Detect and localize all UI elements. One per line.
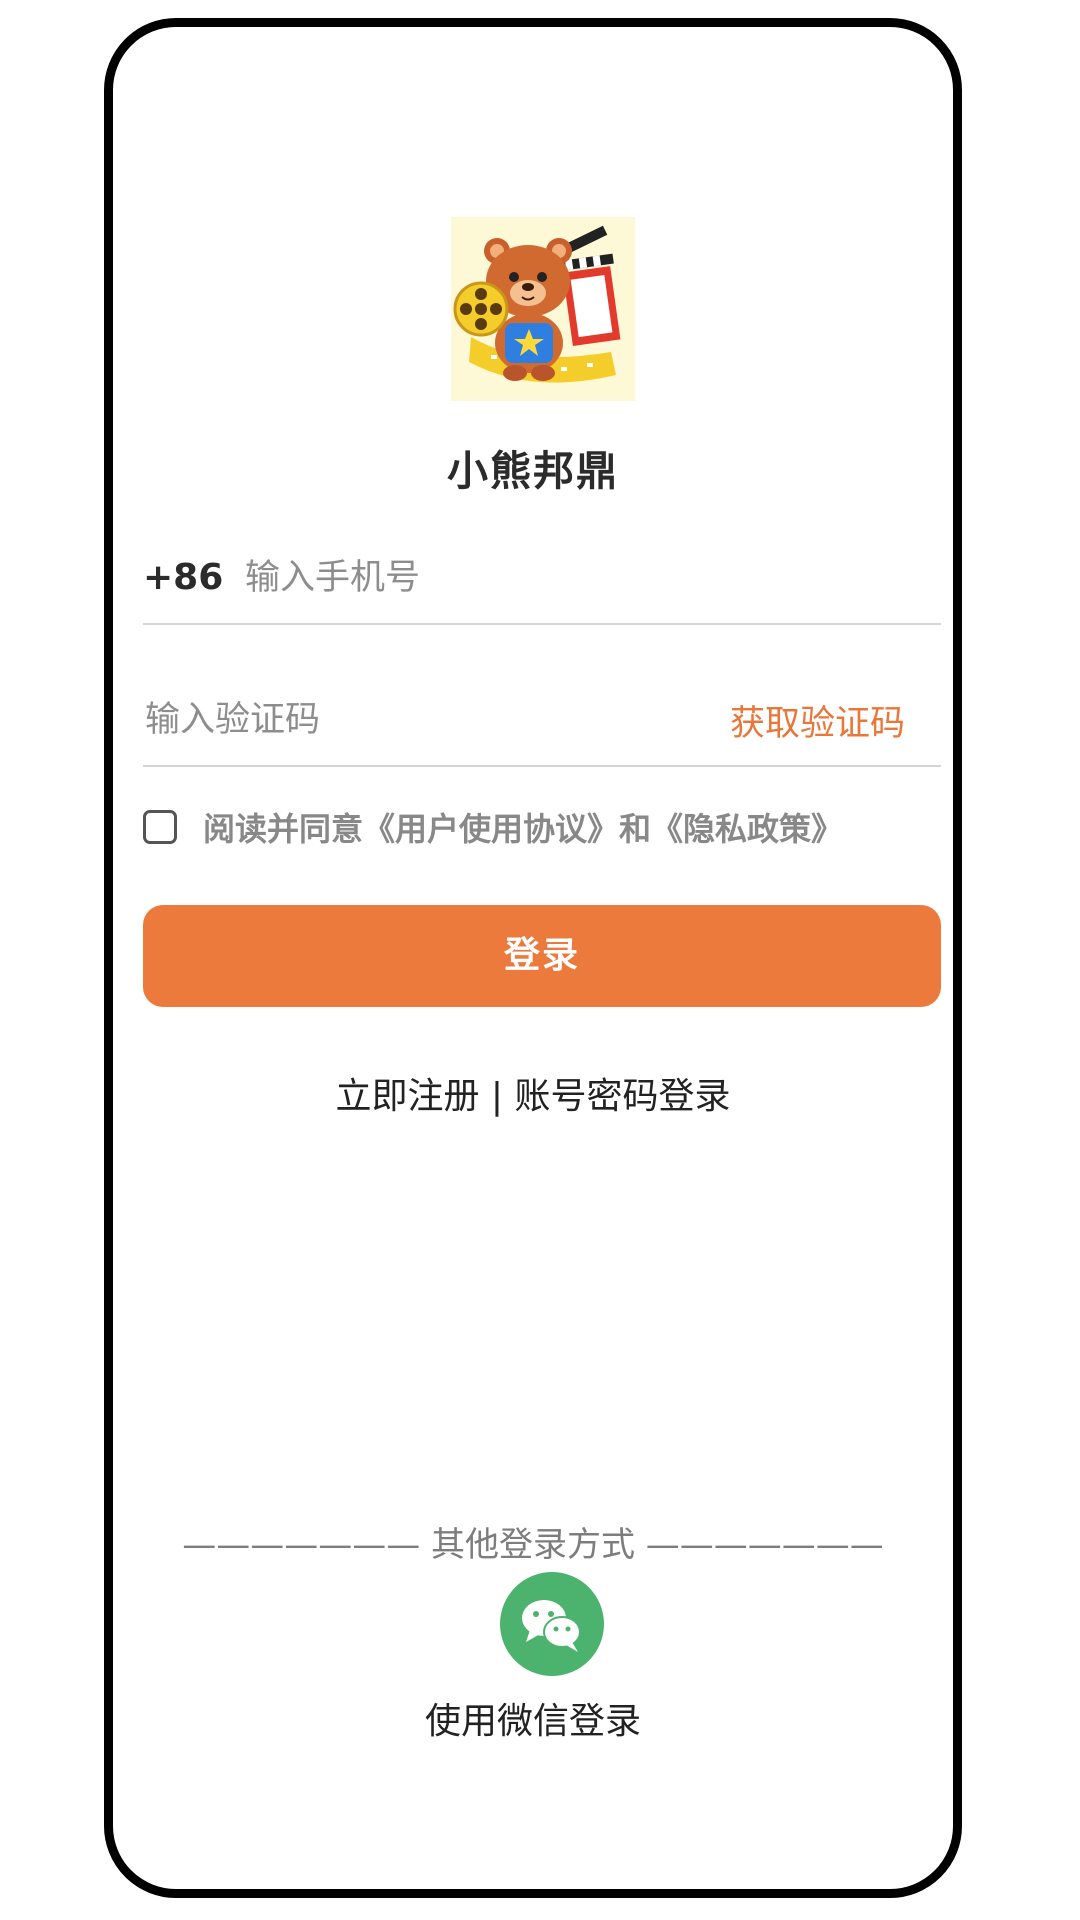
wechat-login-button[interactable]: [500, 1572, 604, 1676]
phone-input[interactable]: [243, 547, 847, 609]
code-input[interactable]: [143, 689, 667, 751]
app-name: 小熊邦鼎: [447, 447, 619, 495]
secondary-links: 立即注册 | 账号密码登录: [113, 1067, 953, 1119]
login-screen: 小熊邦鼎 +86 获取验证码 阅读并同意《用户使用协议》和《隐私政策》 登录 立…: [113, 27, 953, 1889]
wechat-login-label[interactable]: 使用微信登录: [113, 1692, 953, 1744]
code-row: 获取验证码: [143, 671, 941, 767]
get-code-button[interactable]: 获取验证码: [730, 695, 905, 746]
wechat-icon: [522, 1600, 581, 1652]
app-logo: [451, 217, 635, 401]
agreement: 阅读并同意《用户使用协议》和《隐私政策》: [143, 805, 843, 849]
other-login-divider: ——————— 其他登录方式 ———————: [182, 1525, 884, 1565]
password-login-link[interactable]: 账号密码登录: [515, 1076, 731, 1117]
phone-frame: 小熊邦鼎 +86 获取验证码 阅读并同意《用户使用协议》和《隐私政策》 登录 立…: [104, 18, 962, 1898]
country-code[interactable]: +86: [143, 557, 223, 598]
link-separator: |: [490, 1076, 504, 1117]
login-button[interactable]: 登录: [143, 905, 941, 1007]
phone-row: +86: [143, 529, 941, 625]
bear-film-logo-icon: [451, 217, 635, 401]
agreement-checkbox[interactable]: [143, 810, 177, 844]
register-link[interactable]: 立即注册: [335, 1076, 479, 1117]
agreement-text[interactable]: 阅读并同意《用户使用协议》和《隐私政策》: [203, 804, 843, 850]
